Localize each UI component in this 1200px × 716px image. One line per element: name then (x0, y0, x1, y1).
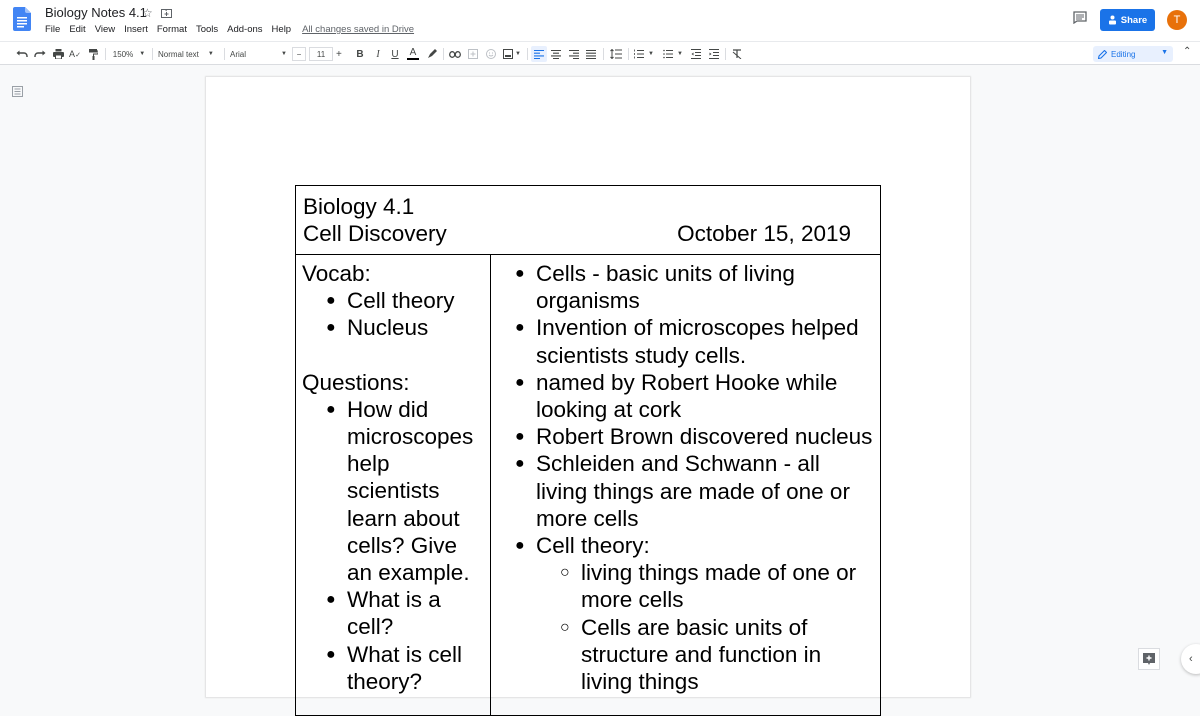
chevron-down-icon: ▼ (648, 51, 654, 57)
account-avatar[interactable]: T (1167, 10, 1187, 30)
chevron-down-icon: ▼ (515, 51, 521, 57)
style-value: Normal text (158, 49, 199, 59)
list-item: living things made of one or more cells (560, 559, 874, 613)
bold-button[interactable]: B (354, 46, 366, 62)
spellcheck-icon[interactable]: A✓ (68, 46, 82, 62)
zoom-value: 150% (112, 49, 134, 59)
title-bar: Biology Notes 4.1 ☆ File Edit View Inser… (0, 0, 1200, 41)
menu-file[interactable]: File (45, 24, 60, 35)
emoji-icon[interactable] (484, 46, 498, 62)
underline-button[interactable]: U (389, 46, 401, 62)
list-item: Cells are basic units of structure and f… (560, 614, 874, 696)
list-item: Schleiden and Schwann - all living thing… (515, 450, 874, 532)
course-title: Biology 4.1 (303, 194, 415, 219)
italic-button[interactable]: I (372, 46, 384, 62)
numbered-list-icon[interactable]: ▼ (632, 46, 656, 62)
lock-person-icon (1108, 15, 1116, 25)
cell-theory-label: Cell theory: (536, 533, 650, 559)
chevron-down-icon: ▼ (1161, 49, 1168, 56)
vocab-list: Cell theory Nucleus (302, 287, 484, 342)
align-left-icon[interactable] (531, 46, 547, 62)
list-item: Cells - basic units of living organisms (515, 260, 874, 314)
menu-help[interactable]: Help (272, 24, 292, 35)
comment-history-icon[interactable] (1073, 11, 1087, 25)
editing-mode-label: Editing (1111, 49, 1136, 59)
list-item: named by Robert Hooke while looking at c… (515, 369, 874, 423)
increase-indent-icon[interactable] (707, 46, 721, 62)
align-justify-icon[interactable] (584, 46, 598, 62)
menu-edit[interactable]: Edit (69, 24, 85, 35)
menu-view[interactable]: View (95, 24, 115, 35)
document-title[interactable]: Biology Notes 4.1 (45, 5, 147, 20)
save-status-link[interactable]: All changes saved in Drive (302, 24, 414, 35)
table-header-cell[interactable]: Biology 4.1 Cell Discovery October 15, 2… (296, 186, 880, 255)
menu-tools[interactable]: Tools (196, 24, 218, 35)
share-label: Share (1120, 14, 1148, 26)
list-item: Cell theory: living things made of one o… (515, 532, 874, 695)
bulleted-list-icon[interactable]: ▼ (661, 46, 685, 62)
hide-menus-chevron-up-icon[interactable]: ⌃ (1183, 46, 1191, 57)
redo-icon[interactable] (33, 46, 47, 62)
questions-heading: Questions: (302, 369, 410, 395)
docs-logo-icon[interactable] (13, 7, 31, 31)
clear-formatting-icon[interactable] (730, 46, 744, 62)
questions-list: How did microscopes help scientists lear… (302, 396, 484, 695)
menu-add-ons[interactable]: Add-ons (227, 24, 262, 35)
paragraph-style-select[interactable]: Normal text ▼ (158, 46, 220, 62)
font-size-stepper: − 11 + (292, 46, 348, 62)
paint-format-icon[interactable] (86, 46, 100, 62)
undo-icon[interactable] (15, 46, 29, 62)
right-cell[interactable]: Cells - basic units of living organisms … (491, 255, 880, 715)
date-text: October 15, 2019 (677, 221, 851, 246)
decrease-font-size-button[interactable]: − (292, 47, 306, 61)
insert-image-icon[interactable]: ▼ (502, 46, 522, 62)
document-page[interactable]: Biology 4.1 Cell Discovery October 15, 2… (206, 77, 970, 716)
align-center-icon[interactable] (549, 46, 563, 62)
explore-button[interactable] (1138, 648, 1160, 670)
list-item: What is cell theory? (326, 641, 484, 695)
align-right-icon[interactable] (567, 46, 581, 62)
list-item: Invention of microscopes helped scientis… (515, 314, 874, 368)
chevron-down-icon: ▼ (281, 51, 287, 57)
decrease-indent-icon[interactable] (689, 46, 703, 62)
editing-mode-select[interactable]: Editing ▼ (1093, 46, 1173, 62)
zoom-select[interactable]: 150% ▼ (110, 46, 148, 62)
vocab-heading: Vocab: (302, 261, 371, 286)
font-size-input[interactable]: 11 (309, 47, 333, 61)
insert-link-icon[interactable] (448, 46, 462, 62)
menu-insert[interactable]: Insert (124, 24, 148, 35)
increase-font-size-button[interactable]: + (336, 49, 342, 60)
line-spacing-icon[interactable] (608, 46, 624, 62)
add-comment-icon[interactable] (466, 46, 480, 62)
notes-table: Biology 4.1 Cell Discovery October 15, 2… (295, 185, 881, 716)
notes-list: Cells - basic units of living organisms … (497, 260, 874, 695)
menu-format[interactable]: Format (157, 24, 187, 35)
document-outline-icon[interactable] (12, 84, 23, 97)
list-item: Nucleus (326, 314, 484, 341)
chevron-down-icon: ▼ (207, 51, 214, 57)
move-to-folder-icon[interactable] (160, 6, 172, 21)
pencil-icon (1098, 49, 1107, 59)
star-icon[interactable]: ☆ (142, 6, 153, 21)
highlight-color-icon[interactable] (425, 46, 439, 62)
text-color-label: A (409, 47, 417, 58)
list-item: What is a cell? (326, 586, 484, 640)
chevron-down-icon: ▼ (139, 51, 146, 57)
font-select[interactable]: Arial ▼ (230, 46, 290, 62)
print-icon[interactable] (51, 46, 65, 62)
share-button[interactable]: Share (1100, 9, 1155, 31)
menu-bar: File Edit View Insert Format Tools Add-o… (45, 24, 423, 35)
text-color-button[interactable]: A (406, 46, 420, 62)
list-item: Robert Brown discovered nucleus (515, 423, 874, 450)
side-panel-toggle-chevron-left-icon[interactable]: ‹ (1181, 644, 1200, 674)
chevron-down-icon: ▼ (677, 51, 683, 57)
add-comment-icon (1143, 653, 1155, 665)
left-cell[interactable]: Vocab: Cell theory Nucleus Questions: Ho… (296, 255, 491, 715)
list-item: Cell theory (326, 287, 484, 314)
font-value: Arial (230, 49, 247, 59)
formatting-toolbar: A✓ 150% ▼ Normal text ▼ Arial ▼ − 11 + B I … (0, 41, 1200, 65)
list-item: How did microscopes help scientists lear… (326, 396, 484, 586)
